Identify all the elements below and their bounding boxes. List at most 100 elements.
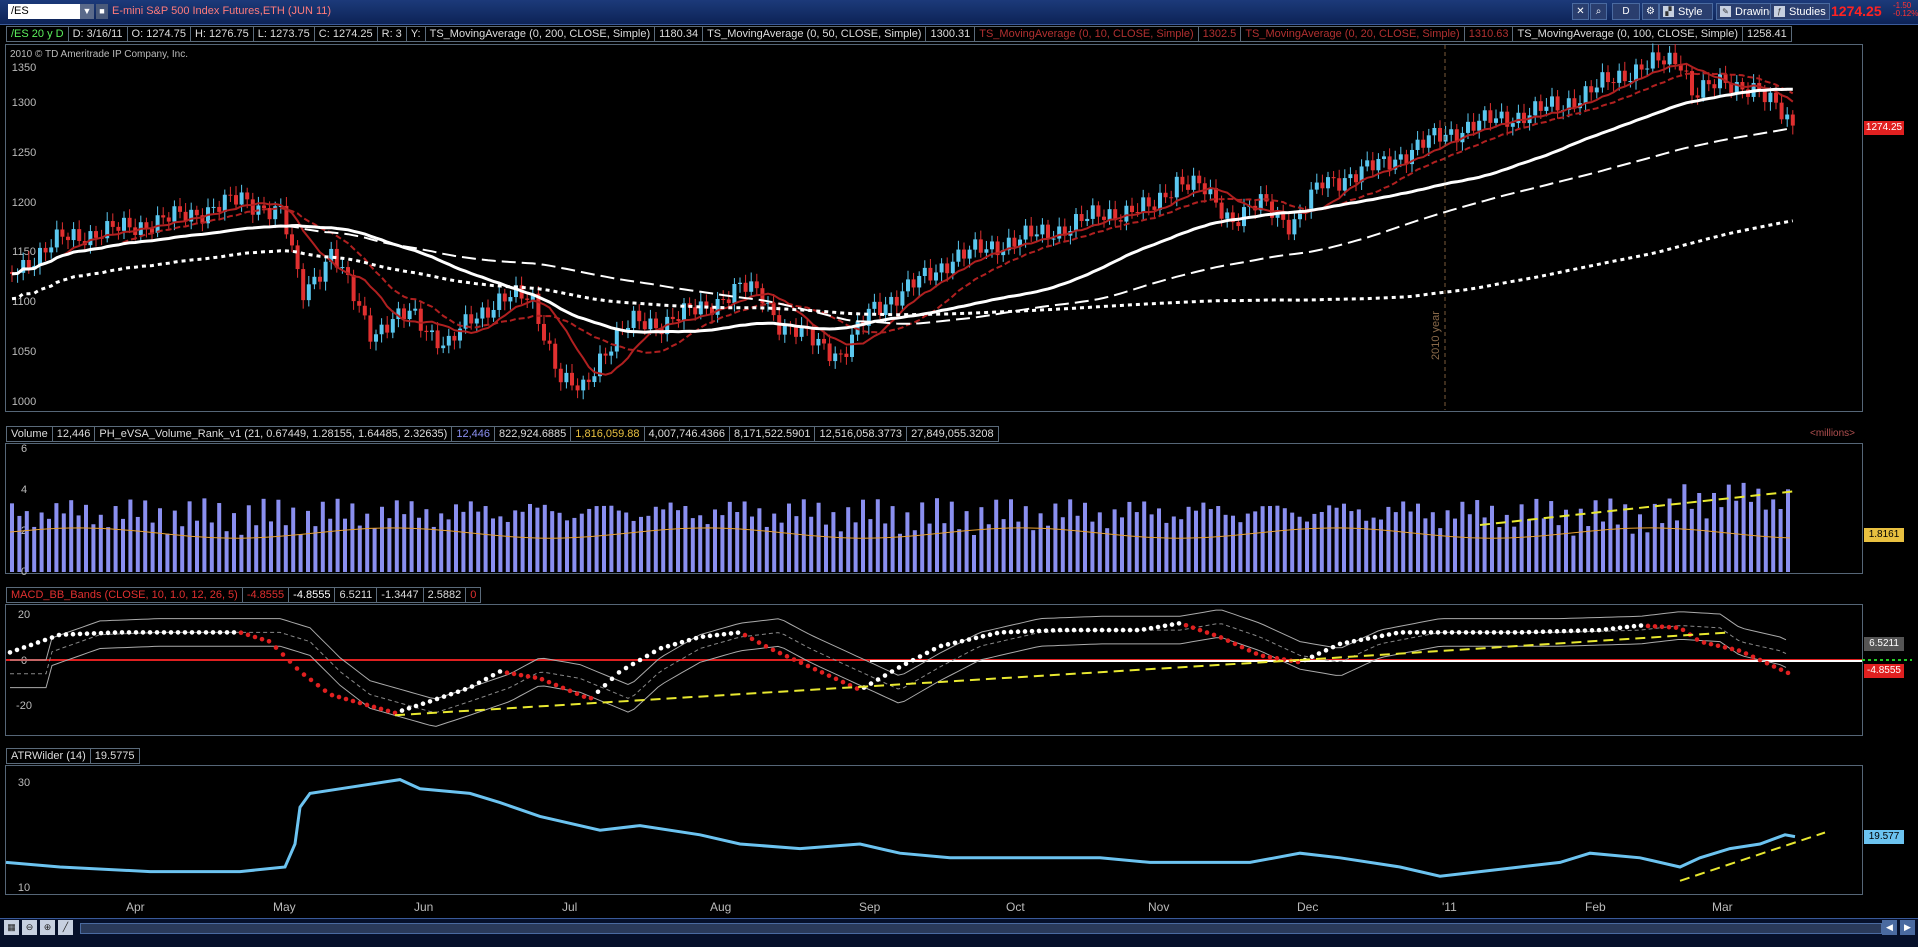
candle-body bbox=[1320, 182, 1325, 189]
volume-bar bbox=[24, 511, 29, 572]
macd-dot bbox=[168, 630, 174, 635]
macd-dot bbox=[1393, 630, 1399, 636]
candle-body bbox=[1309, 189, 1314, 212]
volume-bar bbox=[1675, 520, 1679, 572]
volume-bar bbox=[1638, 514, 1642, 572]
macd-dot bbox=[350, 698, 356, 704]
macd-dot bbox=[693, 635, 699, 641]
volume-bar bbox=[1149, 514, 1154, 572]
macd-dot bbox=[567, 688, 573, 694]
volume-bar bbox=[54, 503, 59, 572]
macd-dot bbox=[1589, 628, 1595, 633]
volume-bar bbox=[439, 513, 444, 572]
volume-bar bbox=[787, 503, 791, 572]
volume-bar bbox=[224, 531, 229, 572]
macd-dot bbox=[98, 630, 104, 636]
macd-dot bbox=[224, 630, 230, 635]
volume-bar bbox=[1186, 506, 1191, 572]
volume-bar bbox=[1763, 509, 1768, 572]
chart-canvas[interactable] bbox=[0, 0, 1918, 918]
volume-bar bbox=[624, 512, 629, 572]
grid-icon[interactable]: ▦ bbox=[4, 920, 19, 935]
macd-dot bbox=[511, 671, 517, 677]
volume-bar bbox=[158, 508, 162, 572]
scroll-left-icon[interactable]: ◀ bbox=[1882, 920, 1897, 935]
macd-dot bbox=[1701, 640, 1707, 645]
candle-body bbox=[1342, 178, 1347, 191]
macd-dot bbox=[1043, 628, 1049, 633]
macd-dot bbox=[1246, 648, 1252, 653]
candle-body bbox=[497, 293, 502, 310]
candle-body bbox=[614, 329, 619, 352]
zoom-in-icon[interactable]: ⊕ bbox=[40, 920, 55, 935]
volume-bar bbox=[32, 526, 37, 572]
macd-dot bbox=[560, 685, 566, 691]
volume-bar bbox=[1327, 505, 1332, 572]
candle-body bbox=[71, 229, 76, 241]
volume-bar bbox=[912, 530, 917, 572]
candle-body bbox=[262, 205, 266, 209]
macd-dot bbox=[1477, 630, 1483, 635]
macd-dot bbox=[896, 665, 902, 670]
macd-dot bbox=[798, 660, 804, 666]
time-scrollbar[interactable] bbox=[80, 923, 1882, 934]
macd-dot bbox=[805, 663, 811, 669]
draw-line-icon[interactable]: ╱ bbox=[58, 920, 73, 935]
macd-dot bbox=[987, 632, 993, 637]
volume-bar bbox=[639, 516, 643, 572]
candle-body bbox=[945, 263, 950, 274]
candle-body bbox=[508, 297, 513, 302]
macd-dot bbox=[1099, 627, 1105, 633]
candle-body bbox=[609, 351, 614, 356]
candle-body bbox=[368, 315, 373, 342]
macd-dot bbox=[1617, 625, 1623, 631]
macd-dot bbox=[1365, 636, 1371, 641]
macd-dot bbox=[1624, 624, 1630, 630]
candle-body bbox=[452, 335, 457, 341]
macd-dot bbox=[91, 631, 97, 636]
volume-bar bbox=[1623, 504, 1628, 572]
zoom-out-icon[interactable]: ⊖ bbox=[22, 920, 37, 935]
macd-dot bbox=[959, 638, 965, 644]
volume-bar bbox=[1105, 528, 1110, 572]
candle-body bbox=[1426, 135, 1431, 148]
volume-bar bbox=[1453, 518, 1457, 572]
macd-dot bbox=[1400, 630, 1406, 635]
candle-body bbox=[754, 281, 759, 289]
candle-body bbox=[973, 239, 978, 250]
candle-body bbox=[984, 249, 989, 253]
macd-dot bbox=[826, 673, 832, 678]
candle-body bbox=[928, 267, 933, 281]
volume-bar bbox=[1593, 500, 1598, 572]
macd-dot bbox=[161, 630, 167, 635]
macd-dot bbox=[868, 681, 874, 686]
volume-bar bbox=[1371, 517, 1376, 572]
candle-body bbox=[1102, 216, 1106, 220]
scroll-right-icon[interactable]: ▶ bbox=[1900, 920, 1915, 935]
candle-body bbox=[351, 274, 356, 302]
candle-body bbox=[88, 231, 93, 246]
candle-body bbox=[1376, 158, 1381, 171]
macd-dot bbox=[1358, 637, 1364, 643]
candle-body bbox=[1029, 225, 1034, 237]
candle-body bbox=[1516, 112, 1521, 124]
candle-body bbox=[474, 318, 479, 324]
macd-dot bbox=[546, 679, 552, 685]
candle-body bbox=[374, 334, 378, 342]
candle-body bbox=[1191, 175, 1196, 190]
macd-dot bbox=[434, 696, 440, 702]
candle-body bbox=[413, 308, 418, 311]
volume-bar bbox=[661, 509, 666, 572]
volume-bar bbox=[76, 515, 81, 572]
macd-dot bbox=[1134, 627, 1140, 633]
macd-dot bbox=[1680, 627, 1686, 633]
macd-dot bbox=[301, 672, 307, 677]
volume-bar bbox=[232, 513, 236, 572]
volume-bar bbox=[387, 518, 392, 572]
macd-dot bbox=[1309, 654, 1315, 660]
macd-dot bbox=[1169, 622, 1175, 627]
candle-body bbox=[1152, 206, 1157, 210]
candle-body bbox=[962, 249, 966, 259]
candle-body bbox=[816, 338, 821, 346]
volume-bar bbox=[1009, 499, 1013, 572]
